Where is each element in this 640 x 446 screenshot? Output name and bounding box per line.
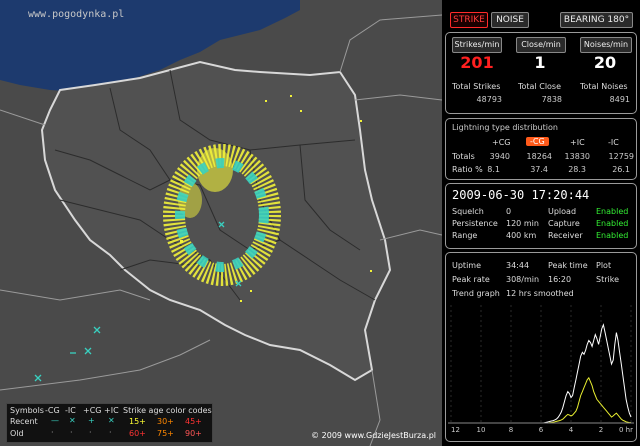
minus-icon: · [51,428,54,437]
range-value: 400 km [506,231,537,240]
ratio-neg-cg: 37.4 [530,165,548,174]
legend-neg-ic-header: -IC [65,406,76,415]
legend-old-age-2: 75+ [157,429,174,438]
cross-plus-icon: ✕ [108,416,115,425]
distribution-box: Lightning type distribution +CG -CG +IC … [445,118,637,180]
noises-per-min-value: 20 [593,53,617,72]
plus-icon: · [89,428,92,437]
trend-x-tick: 2 [599,426,603,433]
trend-x-tick: 6 [539,426,544,433]
ratio-pos-ic: 28.3 [568,165,586,174]
persistence-value: 120 min [506,219,539,228]
bearing-button[interactable]: BEARING 180° [560,12,633,28]
map-copyright: © 2009 www.GdzieJestBurza.pl [311,431,436,440]
close-per-min-button[interactable]: Close/min [516,37,566,53]
cross-plus-icon: · [109,428,112,437]
plot-value[interactable]: Strike [596,275,619,284]
symbol-legend: Symbols -CG -IC +CG +IC Strike age color… [6,403,213,443]
total-strikes-label: Total Strikes [452,82,501,91]
upload-value[interactable]: Enabled [596,207,628,216]
squelch-label: Squelch [452,207,484,216]
persistence-label: Persistence [452,219,498,228]
uptime-label: Uptime [452,261,482,270]
capture-label: Capture [548,219,580,228]
trend-x-tick: 12 [451,426,460,433]
legend-symbols-label: Symbols [10,406,44,415]
peak-time-label: Peak time [548,261,588,270]
strikes-per-min-value: 201 [460,53,494,72]
trend-label: Trend graph [452,289,500,298]
total-strikes-value: 48793 [476,95,502,104]
receiver-value[interactable]: Enabled [596,231,628,240]
legend-old-age-3: 90+ [185,429,202,438]
total-noises-value: 8491 [609,95,630,104]
watermark-text: www.pogodynka.pl [28,9,125,20]
trend-box: Uptime 34:44 Peak time Plot Peak rate 30… [445,252,637,442]
legend-pos-ic-header: +IC [104,406,119,415]
cross-icon: ✕ [69,416,76,425]
plot-label: Plot [596,261,612,270]
legend-recent-age-1: 15+ [129,417,146,426]
total-pos-ic: 13830 [564,152,590,161]
dist-header-pos-ic: +IC [570,138,585,147]
distribution-title: Lightning type distribution [452,123,558,132]
legend-recent-age-3: 45+ [185,417,202,426]
total-pos-cg: 3940 [489,152,510,161]
dist-header-neg-cg[interactable]: -CG [526,137,549,146]
status-box: 2009-06-30 17:20:44 Squelch 0 Upload Ena… [445,183,637,249]
legend-old-label: Old [10,429,24,438]
trend-x-tick: 0 hr [619,426,633,433]
plus-icon: + [88,416,95,425]
legend-age-title: Strike age color codes [123,406,212,415]
lightning-map[interactable]: www.pogodynka.pl © 2009 www.GdzieJestBur… [0,0,442,446]
trend-x-tick: 10 [477,426,486,433]
datetime-display: 2009-06-30 17:20:44 [452,188,590,202]
noises-per-min-button[interactable]: Noises/min [580,37,632,53]
peak-rate-label: Peak rate [452,275,490,284]
total-noises-label: Total Noises [580,82,628,91]
peak-time-value: 16:20 [548,275,572,284]
peak-rate-value: 308/min [506,275,540,284]
trend-x-tick: 8 [509,426,513,433]
upload-label: Upload [548,207,577,216]
totals-label: Totals [452,152,475,161]
legend-neg-cg-header: -CG [45,406,60,415]
counters-box: Strikes/min Close/min Noises/min 201 1 2… [445,32,637,114]
ratio-label: Ratio % [452,165,483,174]
cross-icon: · [70,428,73,437]
total-neg-cg: 18264 [526,152,552,161]
minus-icon: — [51,416,59,425]
total-neg-ic: 12759 [608,152,634,161]
total-close-value: 7838 [541,95,562,104]
receiver-label: Receiver [548,231,583,240]
map-graphic [0,0,442,446]
dist-header-neg-ic: -IC [608,138,619,147]
legend-recent-age-2: 30+ [157,417,174,426]
squelch-value: 0 [506,207,512,216]
trend-x-tick: 4 [569,426,574,433]
legend-recent-label: Recent [10,417,38,426]
noise-button[interactable]: NOISE [491,12,529,28]
ratio-pos-cg: 8.1 [487,165,500,174]
legend-old-age-1: 60+ [129,429,146,438]
strikes-per-min-button[interactable]: Strikes/min [452,37,502,53]
total-close-label: Total Close [518,82,562,91]
capture-value[interactable]: Enabled [596,219,628,228]
status-panel: STRIKE NOISE BEARING 180° Strikes/min Cl… [443,0,640,446]
strike-button[interactable]: STRIKE [450,12,488,28]
dist-header-pos-cg: +CG [492,138,511,147]
legend-pos-cg-header: +CG [83,406,102,415]
ratio-neg-ic: 26.1 [612,165,630,174]
close-per-min-value: 1 [534,53,546,72]
trend-graph: 12 10 8 6 4 2 0 hr [448,305,634,433]
trend-value: 12 hrs smoothed [506,289,574,298]
range-label: Range [452,231,478,240]
uptime-value: 34:44 [506,261,530,270]
